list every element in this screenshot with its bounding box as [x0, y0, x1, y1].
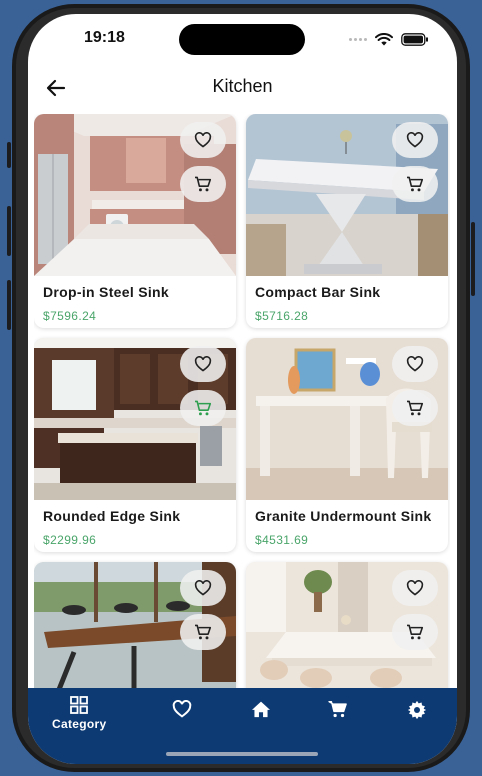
wifi-icon: [375, 32, 393, 45]
gear-icon: [407, 700, 427, 720]
product-card[interactable]: [34, 562, 236, 701]
cart-icon: [328, 700, 347, 718]
favorite-button[interactable]: [180, 570, 226, 606]
heart-outline-icon: [406, 356, 424, 372]
add-to-cart-button[interactable]: [392, 614, 438, 650]
grid-icon: [70, 696, 89, 714]
favorite-button[interactable]: [180, 346, 226, 382]
product-card[interactable]: Drop-in Steel Sink $7596.24: [34, 114, 236, 328]
product-image: [34, 562, 236, 701]
power-button: [471, 222, 475, 296]
product-image: [34, 338, 236, 500]
product-image: [246, 562, 448, 701]
home-icon: [252, 701, 270, 718]
product-price: $7596.24: [43, 309, 97, 323]
product-image: [246, 338, 448, 500]
product-card[interactable]: Compact Bar Sink $5716.28: [246, 114, 448, 328]
cart-icon: [195, 176, 212, 192]
product-grid[interactable]: Drop-in Steel Sink $7596.24 Compact Bar …: [34, 114, 450, 701]
heart-outline-icon: [406, 132, 424, 148]
nav-category-label: Category: [52, 717, 107, 731]
nav-cart[interactable]: [328, 700, 348, 718]
status-time: 19:18: [84, 29, 125, 46]
signal-icon: [349, 37, 367, 41]
battery-icon: [401, 32, 428, 46]
add-to-cart-button[interactable]: [392, 166, 438, 202]
heart-outline-icon: [194, 132, 212, 148]
product-price: $4531.69: [255, 533, 309, 547]
favorite-button[interactable]: [180, 122, 226, 158]
product-price: $2299.96: [43, 533, 97, 547]
nav-home[interactable]: [251, 700, 271, 718]
product-card[interactable]: [246, 562, 448, 701]
volume-down-button: [7, 280, 11, 330]
cart-icon: [195, 400, 212, 416]
product-name: Drop-in Steel Sink: [43, 284, 169, 300]
nav-category[interactable]: Category: [52, 696, 106, 731]
favorite-button[interactable]: [392, 122, 438, 158]
home-indicator: [166, 752, 318, 756]
favorite-button[interactable]: [392, 346, 438, 382]
status-icons: [349, 32, 429, 46]
cart-icon: [407, 624, 424, 640]
status-bar: 19:18: [28, 14, 457, 62]
cart-icon: [407, 176, 424, 192]
cart-icon: [407, 400, 424, 416]
product-name: Granite Undermount Sink: [255, 508, 432, 524]
add-to-cart-button[interactable]: [392, 390, 438, 426]
product-image: [246, 114, 448, 276]
dynamic-island: [179, 24, 305, 55]
nav-favorites[interactable]: [172, 700, 192, 718]
nav-settings[interactable]: [407, 700, 427, 720]
product-name: Rounded Edge Sink: [43, 508, 181, 524]
add-to-cart-button[interactable]: [180, 166, 226, 202]
product-image: [34, 114, 236, 276]
silent-switch: [7, 142, 11, 168]
volume-up-button: [7, 206, 11, 256]
app-screen: 19:18 Kitchen Drop-in Steel Sink $7596.2…: [28, 14, 457, 764]
heart-outline-icon: [194, 356, 212, 372]
product-card[interactable]: Rounded Edge Sink $2299.96: [34, 338, 236, 552]
favorite-button[interactable]: [392, 570, 438, 606]
app-header: Kitchen: [28, 70, 457, 110]
heart-outline-icon: [406, 580, 424, 596]
product-price: $5716.28: [255, 309, 309, 323]
add-to-cart-button[interactable]: [180, 614, 226, 650]
heart-icon: [172, 700, 192, 718]
product-name: Compact Bar Sink: [255, 284, 381, 300]
cart-icon: [195, 624, 212, 640]
add-to-cart-button[interactable]: [180, 390, 226, 426]
heart-outline-icon: [194, 580, 212, 596]
page-title: Kitchen: [212, 76, 273, 96]
product-card[interactable]: Granite Undermount Sink $4531.69: [246, 338, 448, 552]
